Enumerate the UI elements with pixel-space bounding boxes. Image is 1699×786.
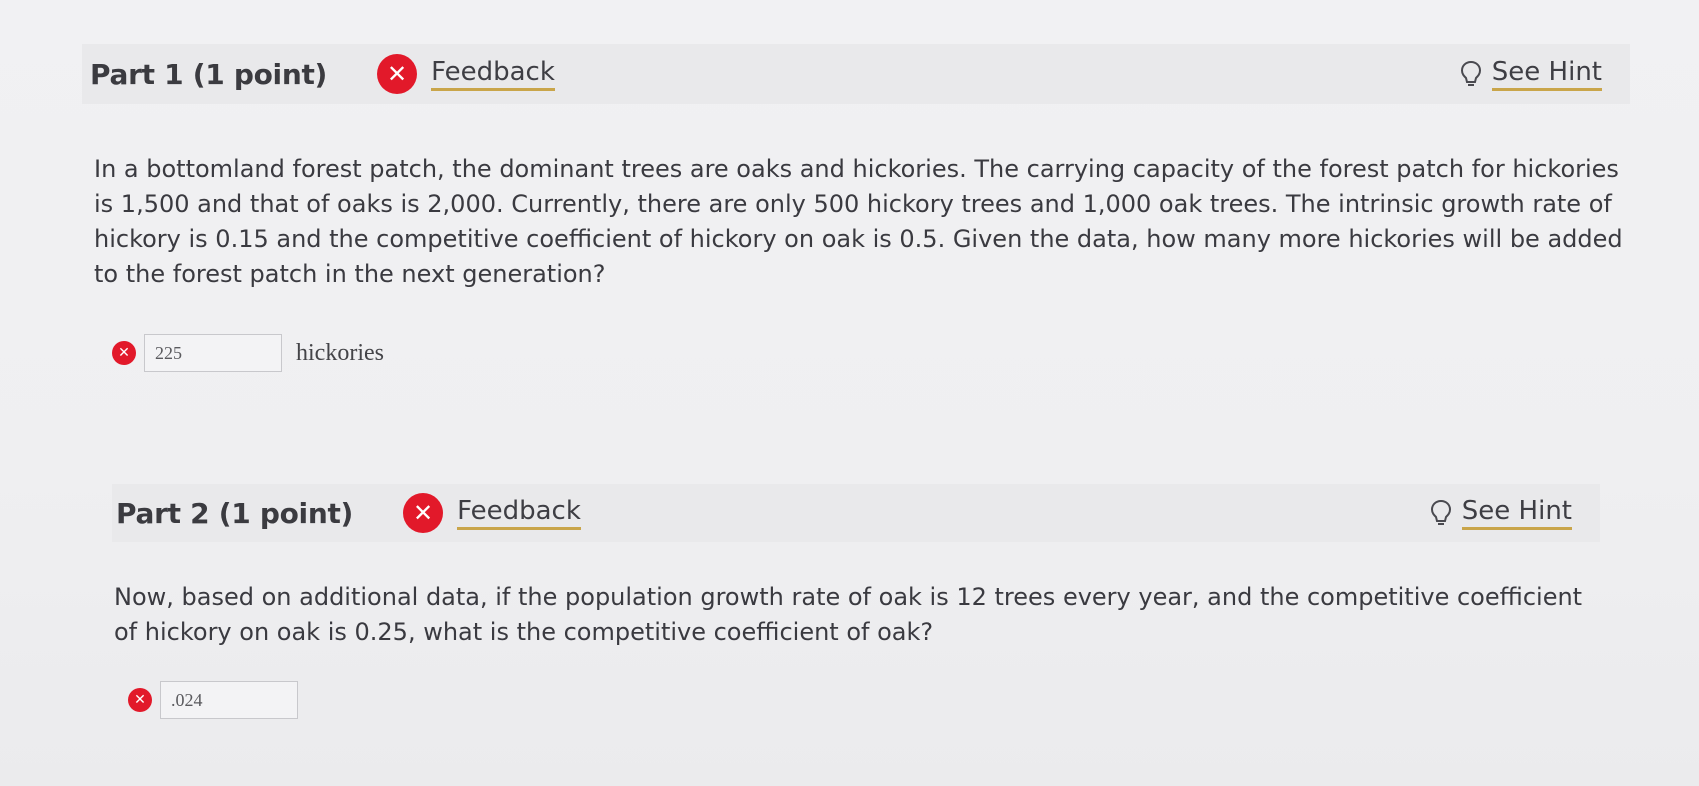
feedback-link[interactable]: Feedback xyxy=(457,496,581,530)
lightbulb-icon xyxy=(1430,499,1451,525)
incorrect-icon: ✕ xyxy=(128,688,152,712)
part-1-header: Part 1 (1 point) ✕ Feedback See Hint xyxy=(82,44,1630,104)
part-1-question: In a bottomland forest patch, the domina… xyxy=(94,155,1623,288)
incorrect-icon: ✕ xyxy=(377,54,418,94)
part-2-answer-row: ✕ xyxy=(128,681,298,719)
part-2-header: Part 2 (1 point) ✕ Feedback See Hint xyxy=(112,484,1600,542)
part-1-answer-input[interactable] xyxy=(144,334,282,372)
see-hint-label[interactable]: See Hint xyxy=(1461,496,1572,530)
see-hint-button[interactable]: See Hint xyxy=(1430,496,1572,530)
answer-unit-label: hickories xyxy=(296,339,384,366)
feedback-link[interactable]: Feedback xyxy=(431,57,555,91)
part-1-title: Part 1 (1 point) xyxy=(90,57,328,91)
incorrect-icon: ✕ xyxy=(112,341,136,365)
see-hint-label[interactable]: See Hint xyxy=(1491,57,1602,91)
incorrect-icon: ✕ xyxy=(403,493,444,533)
part-1-answer-row: ✕ hickories xyxy=(112,334,384,372)
part-2-answer-input[interactable] xyxy=(160,681,298,719)
lightbulb-icon xyxy=(1460,60,1481,86)
part-2-question: Now, based on additional data, if the po… xyxy=(114,583,1583,646)
part-2-title: Part 2 (1 point) xyxy=(116,496,354,530)
see-hint-button[interactable]: See Hint xyxy=(1460,57,1602,91)
